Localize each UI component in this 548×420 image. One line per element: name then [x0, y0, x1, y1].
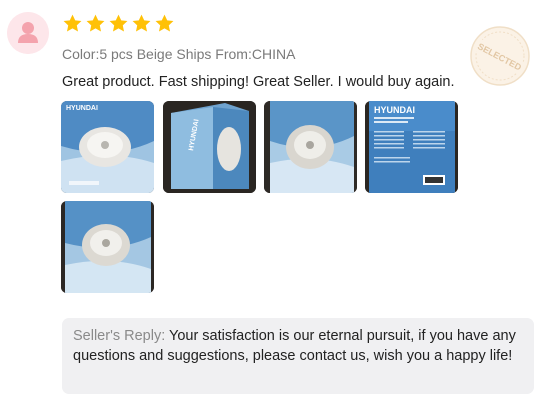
- star-icon: [109, 14, 128, 32]
- photo-brand-text: HYUNDAI: [66, 105, 98, 112]
- star-icon: [63, 14, 82, 32]
- star-rating: [62, 13, 175, 34]
- star-icon: [132, 14, 151, 32]
- review-photo[interactable]: HYUNDAI: [61, 101, 154, 193]
- selected-stamp-icon: SELECTED: [468, 24, 532, 88]
- review-photo[interactable]: [264, 101, 357, 193]
- photo-brand-text: HYUNDAI: [374, 105, 415, 115]
- star-icon: [86, 14, 105, 32]
- review-photo[interactable]: HYUNDAI: [163, 101, 256, 193]
- review-card: SELECTED Color:5 pcs Beige Ships From:CH…: [0, 0, 548, 420]
- variant-info: Color:5 pcs Beige Ships From:CHINA: [62, 46, 296, 62]
- review-photo[interactable]: HYUNDAI: [365, 101, 458, 193]
- review-text: Great product. Fast shipping! Great Sell…: [62, 74, 455, 90]
- review-photo[interactable]: [61, 201, 154, 293]
- seller-reply-label: Seller's Reply:: [73, 328, 166, 344]
- seller-reply: Seller's Reply: Your satisfaction is our…: [62, 318, 534, 394]
- star-icon: [155, 14, 174, 32]
- user-avatar-icon[interactable]: [7, 12, 49, 54]
